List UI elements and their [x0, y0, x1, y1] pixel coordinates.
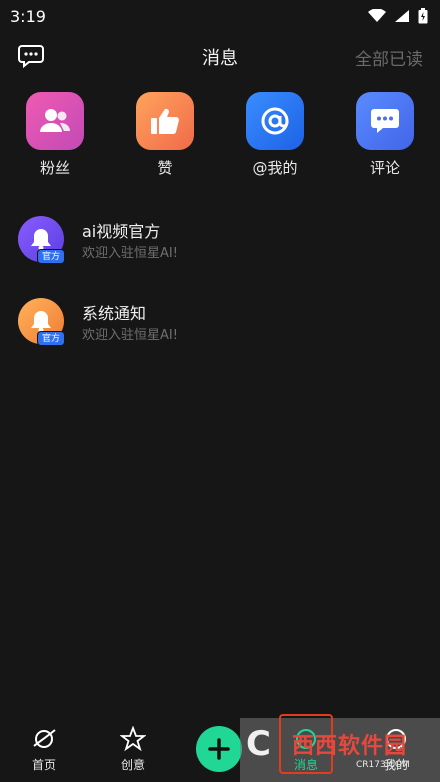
header: 消息 全部已读 — [0, 36, 440, 76]
wifi-icon — [368, 9, 386, 22]
tab-label: 创意 — [120, 758, 145, 772]
category-row: 粉丝 赞 @我的 评论 — [0, 92, 440, 182]
category-label: 评论 — [369, 159, 400, 177]
category-mentions[interactable]: @我的 — [235, 92, 315, 178]
at-icon — [246, 92, 304, 150]
watermark-site: CR173.COM — [356, 760, 410, 770]
thumbs-up-icon — [136, 92, 194, 150]
official-badge: 官方 — [37, 249, 65, 264]
battery-icon — [418, 8, 428, 24]
tab-label: 首页 — [31, 758, 56, 772]
plus-icon — [208, 738, 230, 760]
official-badge: 官方 — [37, 331, 65, 346]
category-likes[interactable]: 赞 — [125, 92, 205, 178]
status-bar: 3:19 — [0, 0, 440, 32]
comment-icon — [356, 92, 414, 150]
status-icons — [368, 8, 428, 24]
message-preview: 欢迎入驻恒星AI! — [82, 246, 178, 261]
category-comments[interactable]: 评论 — [345, 92, 425, 178]
mark-all-read-button[interactable]: 全部已读 — [355, 45, 423, 70]
watermark-brand: 西西软件园 — [292, 734, 408, 759]
signal-icon — [395, 10, 409, 22]
message-preview: 欢迎入驻恒星AI! — [82, 328, 178, 343]
fans-icon — [26, 92, 84, 150]
bottom-tab-bar: 首页 创意 C 消息 我的 西西软件园 CR173.COM — [0, 714, 440, 782]
message-item-system[interactable]: 官方 系统通知 欢迎入驻恒星AI! — [0, 298, 440, 358]
star-icon — [120, 726, 146, 752]
category-fans[interactable]: 粉丝 — [15, 92, 95, 178]
message-name: ai视频官方 — [82, 222, 161, 241]
watermark-logo: C — [246, 724, 271, 764]
add-button[interactable] — [196, 726, 242, 772]
tab-home[interactable]: 首页 — [14, 726, 74, 773]
tab-create[interactable]: 创意 — [103, 726, 163, 773]
message-item-official[interactable]: 官方 ai视频官方 欢迎入驻恒星AI! — [0, 216, 440, 276]
category-label: @我的 — [252, 159, 298, 177]
message-name: 系统通知 — [82, 304, 147, 323]
status-time: 3:19 — [10, 6, 46, 26]
category-label: 赞 — [157, 159, 173, 177]
category-label: 粉丝 — [39, 159, 70, 177]
planet-icon — [33, 729, 56, 748]
